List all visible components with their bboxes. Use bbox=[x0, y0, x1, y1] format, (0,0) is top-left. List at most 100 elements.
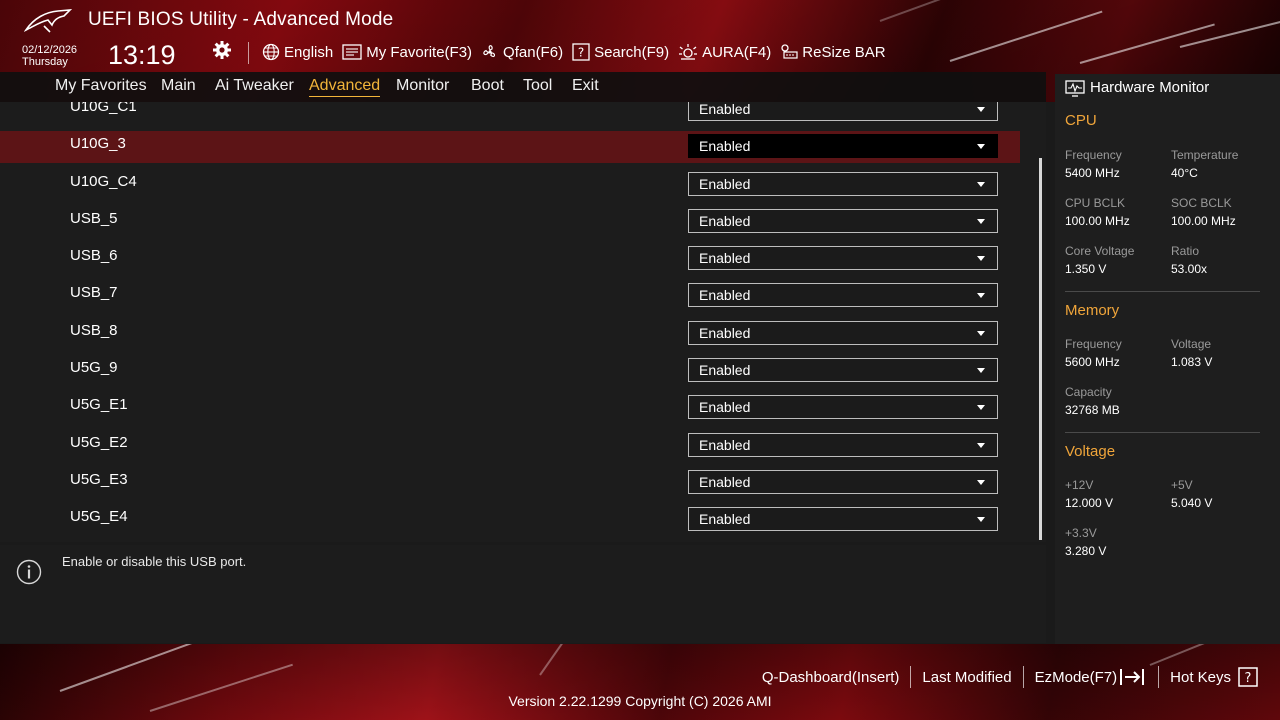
rog-logo-icon bbox=[24, 9, 72, 33]
toolbar: English My Favorite(F3) Qfan(F6) ? Searc… bbox=[262, 41, 895, 63]
setting-dropdown[interactable]: Enabled bbox=[688, 433, 998, 457]
info-icon bbox=[16, 559, 42, 585]
settings-scrollbar[interactable] bbox=[1039, 158, 1042, 540]
setting-label: U5G_E3 bbox=[70, 471, 128, 488]
dropdown-value: Enabled bbox=[699, 437, 751, 453]
setting-dropdown[interactable]: Enabled bbox=[688, 134, 998, 158]
setting-dropdown[interactable]: Enabled bbox=[688, 321, 998, 345]
footer-separator bbox=[1022, 666, 1024, 688]
ezmode-label: EzMode(F7) bbox=[1034, 668, 1118, 686]
resize-bar-icon bbox=[781, 44, 798, 59]
exit-arrow-icon bbox=[1120, 669, 1145, 685]
help-text: Enable or disable this USB port. bbox=[62, 554, 247, 569]
hw-divider bbox=[1065, 432, 1260, 433]
setting-row-u10g-3[interactable]: U10G_3 Enabled bbox=[0, 131, 1020, 163]
qfan-button[interactable]: Qfan(F6) bbox=[481, 43, 563, 61]
setting-dropdown[interactable]: Enabled bbox=[688, 246, 998, 270]
chevron-down-icon bbox=[977, 480, 985, 485]
chevron-down-icon bbox=[977, 443, 985, 448]
last-modified-label: Last Modified bbox=[922, 668, 1012, 686]
setting-label: U10G_C4 bbox=[70, 173, 137, 190]
date-display: 02/12/2026 Thursday bbox=[22, 44, 77, 68]
setting-dropdown[interactable]: Enabled bbox=[688, 209, 998, 233]
setting-label: U5G_E4 bbox=[70, 508, 128, 525]
tab-ai-tweaker[interactable]: Ai Tweaker bbox=[215, 77, 294, 95]
cpu-temperature-label: Temperature bbox=[1171, 148, 1239, 162]
tab-exit[interactable]: Exit bbox=[572, 77, 599, 95]
globe-icon bbox=[262, 43, 280, 61]
chevron-down-icon bbox=[977, 256, 985, 261]
qfan-label: Qfan(F6) bbox=[503, 43, 564, 61]
footer-separator bbox=[910, 666, 912, 688]
fan-icon bbox=[483, 45, 496, 58]
setting-dropdown[interactable]: Enabled bbox=[688, 172, 998, 196]
clock-display[interactable]: 13:19 bbox=[108, 40, 176, 71]
aura-button[interactable]: AURA(F4) bbox=[678, 43, 771, 61]
chevron-down-icon bbox=[977, 517, 985, 522]
tab-my-favorites[interactable]: My Favorites bbox=[55, 77, 147, 95]
svg-text:?: ? bbox=[1245, 671, 1252, 686]
setting-row-usb-6[interactable]: USB_6 Enabled bbox=[0, 243, 1020, 275]
setting-row-u5g-e1[interactable]: U5G_E1 Enabled bbox=[0, 392, 1020, 424]
dropdown-value: Enabled bbox=[699, 176, 751, 192]
memory-capacity-value: 32768 MB bbox=[1065, 403, 1120, 417]
voltage-section-title: Voltage bbox=[1065, 443, 1116, 460]
v5-label: +5V bbox=[1171, 478, 1193, 492]
v5-value: 5.040 V bbox=[1171, 496, 1213, 510]
setting-label: USB_5 bbox=[70, 210, 118, 227]
setting-row-u5g-9[interactable]: U5G_9 Enabled bbox=[0, 355, 1020, 387]
tab-boot[interactable]: Boot bbox=[471, 77, 504, 95]
search-icon: ? bbox=[572, 43, 590, 61]
core-voltage-label: Core Voltage bbox=[1065, 244, 1135, 258]
setting-row-u5g-e4[interactable]: U5G_E4 Enabled bbox=[0, 504, 1020, 536]
chevron-down-icon bbox=[977, 107, 985, 112]
cpu-temperature-value: 40°C bbox=[1171, 166, 1198, 180]
dropdown-value: Enabled bbox=[699, 287, 751, 303]
chevron-down-icon bbox=[977, 144, 985, 149]
cpu-frequency-label: Frequency bbox=[1065, 148, 1122, 162]
setting-row-usb-5[interactable]: USB_5 Enabled bbox=[0, 206, 1020, 238]
dropdown-value: Enabled bbox=[699, 511, 751, 527]
setting-row-usb-7[interactable]: USB_7 Enabled bbox=[0, 280, 1020, 312]
setting-dropdown[interactable]: Enabled bbox=[688, 470, 998, 494]
hot-keys-label: Hot Keys bbox=[1170, 668, 1231, 686]
header-separator bbox=[248, 42, 249, 64]
q-dashboard-button[interactable]: Q-Dashboard(Insert) bbox=[762, 669, 900, 686]
hardware-monitor-panel: Hardware Monitor CPU Frequency 5400 MHz … bbox=[1055, 74, 1280, 644]
my-favorite-button[interactable]: My Favorite(F3) bbox=[342, 44, 472, 61]
chevron-down-icon bbox=[977, 182, 985, 187]
dropdown-value: Enabled bbox=[699, 250, 751, 266]
tab-tool[interactable]: Tool bbox=[523, 77, 552, 95]
setting-row-usb-8[interactable]: USB_8 Enabled bbox=[0, 318, 1020, 350]
setting-label: U5G_E1 bbox=[70, 396, 128, 413]
dropdown-value: Enabled bbox=[699, 399, 751, 415]
gear-icon[interactable] bbox=[212, 40, 232, 60]
hot-keys-button[interactable]: Hot Keys ? bbox=[1170, 667, 1258, 687]
search-button[interactable]: ? Search(F9) bbox=[572, 43, 669, 61]
chevron-down-icon bbox=[977, 331, 985, 336]
ezmode-button[interactable]: EzMode(F7) bbox=[1035, 667, 1148, 687]
date-text: 02/12/2026 bbox=[22, 44, 78, 56]
cpu-frequency-value: 5400 MHz bbox=[1065, 166, 1120, 180]
last-modified-button[interactable]: Last Modified bbox=[922, 669, 1011, 686]
setting-row-u10g-c4[interactable]: U10G_C4 Enabled bbox=[0, 169, 1020, 201]
language-button[interactable]: English bbox=[262, 43, 333, 61]
setting-dropdown[interactable]: Enabled bbox=[688, 102, 998, 121]
chevron-down-icon bbox=[977, 293, 985, 298]
setting-dropdown[interactable]: Enabled bbox=[688, 283, 998, 307]
tab-main[interactable]: Main bbox=[161, 77, 196, 95]
setting-label: USB_8 bbox=[70, 322, 118, 339]
setting-row-u5g-e3[interactable]: U5G_E3 Enabled bbox=[0, 467, 1020, 499]
setting-label: USB_6 bbox=[70, 247, 118, 264]
setting-label: USB_7 bbox=[70, 284, 118, 301]
cpu-section-title: CPU bbox=[1065, 112, 1097, 129]
tab-monitor[interactable]: Monitor bbox=[396, 77, 449, 95]
tab-advanced[interactable]: Advanced bbox=[309, 77, 381, 97]
setting-row-u10g-c1[interactable]: U10G_C1 Enabled bbox=[0, 102, 1020, 126]
dropdown-value: Enabled bbox=[699, 102, 751, 117]
setting-dropdown[interactable]: Enabled bbox=[688, 395, 998, 419]
resize-bar-button[interactable]: ReSize BAR bbox=[780, 43, 886, 61]
setting-dropdown[interactable]: Enabled bbox=[688, 358, 998, 382]
setting-dropdown[interactable]: Enabled bbox=[688, 507, 998, 531]
setting-row-u5g-e2[interactable]: U5G_E2 Enabled bbox=[0, 430, 1020, 462]
